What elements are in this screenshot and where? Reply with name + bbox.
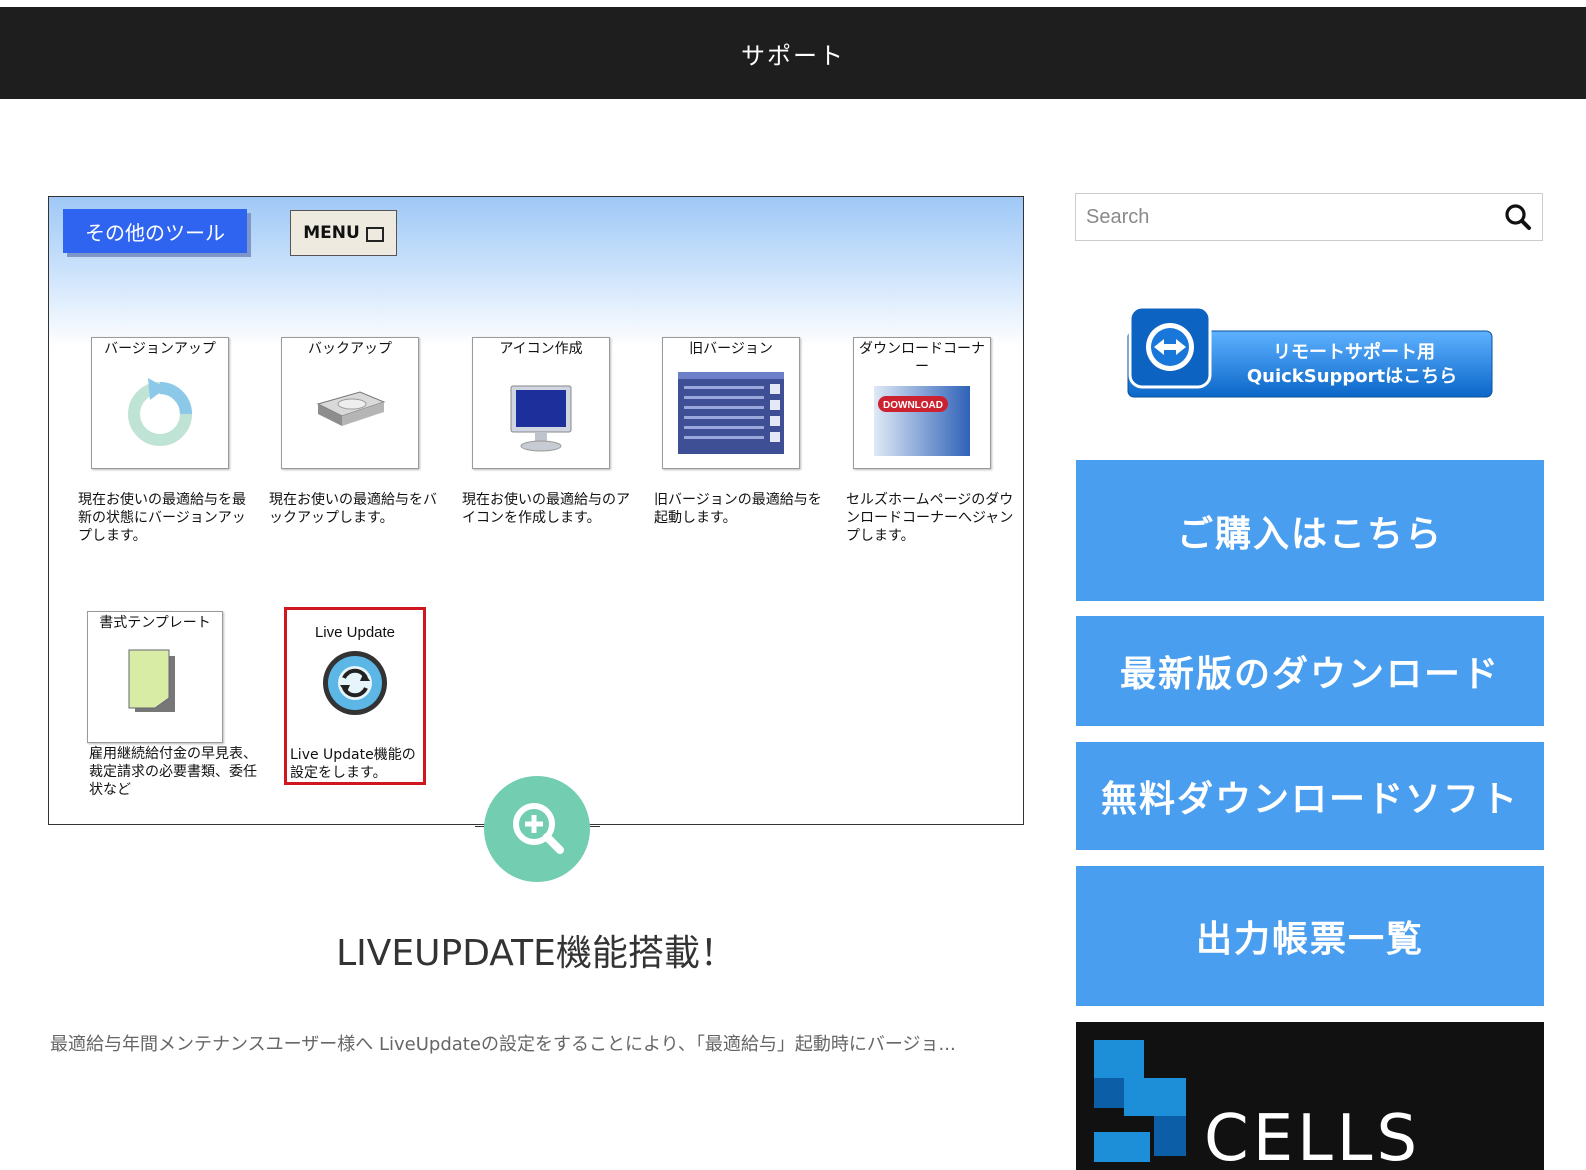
tile-label: 旧バージョン: [689, 341, 773, 357]
menu-button-label: MENU: [303, 223, 360, 243]
latest-download-button[interactable]: 最新版のダウンロード: [1076, 616, 1544, 726]
tile-desc: セルズホームページのダウンロードコーナーへジャンプします。: [846, 492, 1014, 544]
page-title: サポート: [741, 41, 845, 70]
post-title[interactable]: LIVEUPDATE機能搭載！: [48, 924, 1024, 976]
zoom-in-icon: [513, 803, 564, 854]
divider-line: [590, 826, 600, 827]
tile-label: バックアップ: [308, 341, 392, 357]
tile-label: ダウンロードコーナー: [859, 341, 985, 375]
tile-live-update: Live Update Live Update機能の設定をします。: [284, 607, 426, 785]
tile-backup: バックアップ: [281, 337, 419, 469]
tile-desc: 現在お使いの最適給与のアイコンを作成します。: [462, 492, 630, 526]
quicksupport-line1: リモートサポート用: [1273, 341, 1435, 363]
zoom-button[interactable]: [484, 776, 590, 882]
feature-image[interactable]: その他のツール MENU バージョンアップ バックアップ アイコン作成 旧バージ…: [48, 196, 1024, 825]
cells-logo-text: CELLS: [1204, 1102, 1421, 1170]
sync-icon: [323, 651, 387, 715]
tile-version-up: バージョンアップ: [91, 337, 229, 469]
free-download-button[interactable]: 無料ダウンロードソフト: [1076, 742, 1544, 850]
search-icon[interactable]: [1504, 203, 1532, 231]
tile-desc: 旧バージョンの最適給与を起動します。: [654, 492, 822, 526]
tile-label: 書式テンプレート: [99, 615, 211, 631]
tile-desc: 雇用継続給付金の早見表、裁定請求の必要書類、委任状など: [89, 746, 257, 798]
quicksupport-banner[interactable]: リモートサポート用 QuickSupportはこちら: [1126, 303, 1494, 399]
cells-logo-banner[interactable]: CELLS: [1076, 1022, 1544, 1170]
tile-label: アイコン作成: [499, 341, 583, 357]
purchase-button[interactable]: ご購入はこちら: [1076, 460, 1544, 601]
quicksupport-line2: QuickSupportはこちら: [1247, 366, 1457, 387]
download-banner-text: DOWNLOAD: [883, 400, 943, 411]
hard-drive-icon: [316, 391, 386, 426]
other-tools-button: その他のツール: [63, 209, 247, 253]
search-input[interactable]: [1076, 194, 1486, 240]
cells-logo: CELLS: [1094, 1040, 1421, 1170]
site-header: サポート: [0, 7, 1586, 99]
divider-line: [475, 826, 484, 827]
post-excerpt: 最適給与年間メンテナンスユーザー様へ LiveUpdateの設定をすることにより…: [50, 1034, 956, 1055]
tile-desc: 現在お使いの最適給与をバックアップします。: [269, 492, 437, 526]
refresh-icon: [128, 378, 192, 446]
tile-label: Live Update: [314, 624, 396, 641]
tile-download-corner: ダウンロードコーナー DOWNLOAD: [853, 337, 991, 469]
tile-old-version: 旧バージョン: [662, 337, 800, 469]
menu-button: MENU: [290, 210, 397, 256]
tile-icon-create: アイコン作成: [472, 337, 610, 469]
tile-label: バージョンアップ: [104, 341, 216, 357]
report-list-button[interactable]: 出力帳票一覧: [1076, 866, 1544, 1006]
monitor-icon: [510, 385, 572, 452]
download-banner-icon: DOWNLOAD: [874, 386, 970, 456]
window-icon: [365, 226, 384, 242]
tile-desc: Live Update機能の設定をします。: [290, 747, 416, 781]
search-box: [1075, 193, 1543, 241]
tile-template: 書式テンプレート: [87, 611, 223, 743]
document-icon: [128, 649, 175, 712]
quicksupport-banner-image: リモートサポート用 QuickSupportはこちら: [1127, 305, 1493, 398]
tile-desc: 現在お使いの最適給与を最新の状態にバージョンアップします。: [78, 492, 246, 544]
app-window-icon: [678, 372, 784, 454]
